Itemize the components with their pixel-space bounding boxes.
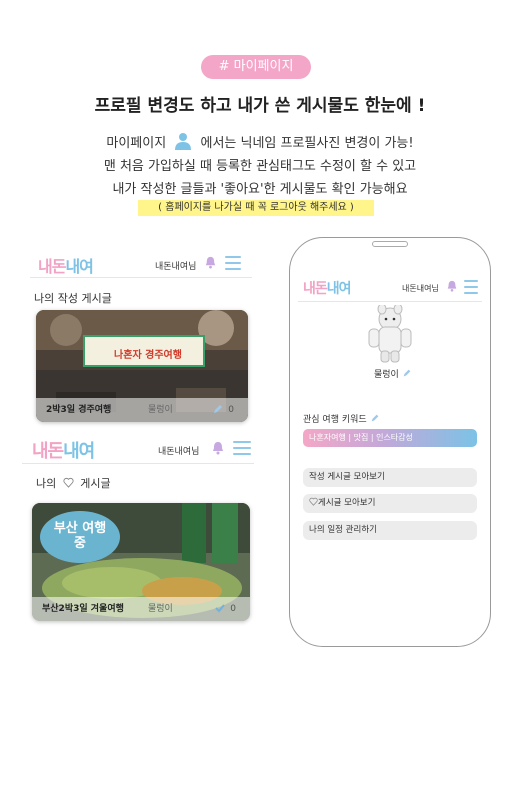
post-title: 2박3일 경주여행	[46, 405, 112, 415]
banner-text: 나혼자 경주여행	[114, 350, 182, 361]
hamburger-menu-icon[interactable]	[464, 280, 478, 298]
nickname: 물렁이	[374, 367, 412, 380]
written-posts-panel: 내돈내여 내돈내여님 나의 작성 게시글 나혼자 경주여행 2박3일 경주여행 …	[30, 248, 252, 428]
section-title: 나의 게시글	[36, 477, 111, 490]
profile-avatar[interactable]	[365, 305, 415, 363]
hamburger-menu-icon[interactable]	[225, 256, 241, 274]
site-header: 내돈내여 내돈내여님	[30, 248, 252, 278]
bell-icon[interactable]	[211, 441, 225, 455]
bell-icon[interactable]	[204, 256, 217, 269]
mypage-tag: # 마이페이지	[201, 55, 311, 79]
site-logo[interactable]: 내돈내여	[38, 253, 94, 277]
phone-speaker	[372, 241, 408, 247]
description-line-1-post: 에서는 닉네임 프로필사진 변경이 가능!	[200, 136, 414, 151]
headline: 프로필 변경도 하고 내가 쓴 게시물도 한눈에 !	[94, 96, 426, 116]
keyword-tags[interactable]: 나혼자여행 | 맛집 | 인스타감성	[303, 429, 477, 447]
liked-posts-panel: 내돈내여 내돈내여님 나의 게시글 부산 여행중 부산2박3일 겨울여행 물렁이…	[22, 432, 254, 624]
post-card[interactable]: 나혼자 경주여행 2박3일 경주여행 물렁이 0	[36, 310, 248, 422]
logout-note: ( 홈페이지를 나가실 때 꼭 로그아웃 해주세요 )	[138, 200, 374, 216]
post-card-footer: 부산2박3일 겨울여행 물렁이 0	[32, 597, 250, 621]
edit-pencil-icon[interactable]	[402, 368, 412, 378]
liked-posts-button[interactable]: 게시글 모아보기	[303, 494, 477, 513]
edit-pencil-icon[interactable]	[370, 413, 380, 423]
post-card[interactable]: 부산 여행중 부산2박3일 겨울여행 물렁이 0	[32, 503, 250, 621]
person-icon	[175, 133, 192, 150]
like-count: 0	[228, 405, 234, 415]
description-line-1: 마이페이지 에서는 닉네임 프로필사진 변경이 가능!	[0, 132, 520, 151]
sign-text: 부산 여행중	[53, 521, 107, 551]
post-author: 물렁이	[148, 604, 173, 614]
schedule-button[interactable]: 나의 일정 관리하기	[303, 521, 477, 540]
description-line-2: 맨 처음 가입하실 때 등록한 관심태그도 수정이 할 수 있고	[103, 159, 417, 174]
post-card-footer: 2박3일 경주여행 물렁이 0	[36, 398, 248, 422]
description-line-3: 내가 작성한 글들과 '좋아요'한 게시물도 확인 가능해요	[112, 182, 408, 197]
section-title: 나의 작성 게시글	[34, 292, 112, 305]
username: 내돈내여님	[158, 447, 200, 457]
username: 내돈내여님	[402, 284, 439, 293]
site-logo[interactable]: 내돈내여	[303, 278, 352, 298]
site-header: 내돈내여 내돈내여님	[22, 432, 254, 464]
description-line-1-pre: 마이페이지	[106, 136, 167, 151]
like-count: 0	[230, 604, 236, 614]
my-posts-button[interactable]: 작성 게시글 모아보기	[303, 468, 477, 487]
heart-icon	[63, 477, 74, 488]
site-logo[interactable]: 내돈내여	[32, 437, 95, 463]
phone-header: 내돈내여 내돈내여님	[298, 272, 482, 302]
bell-icon[interactable]	[446, 280, 458, 292]
keyword-title: 관심 여행 키워드	[303, 412, 380, 425]
post-author: 물렁이	[148, 405, 173, 415]
pencil-icon[interactable]	[212, 403, 224, 415]
post-title: 부산2박3일 겨울여행	[42, 604, 124, 614]
heart-icon	[309, 497, 318, 506]
check-icon[interactable]	[214, 602, 226, 614]
hamburger-menu-icon[interactable]	[233, 441, 251, 459]
username: 내돈내여님	[155, 262, 197, 272]
